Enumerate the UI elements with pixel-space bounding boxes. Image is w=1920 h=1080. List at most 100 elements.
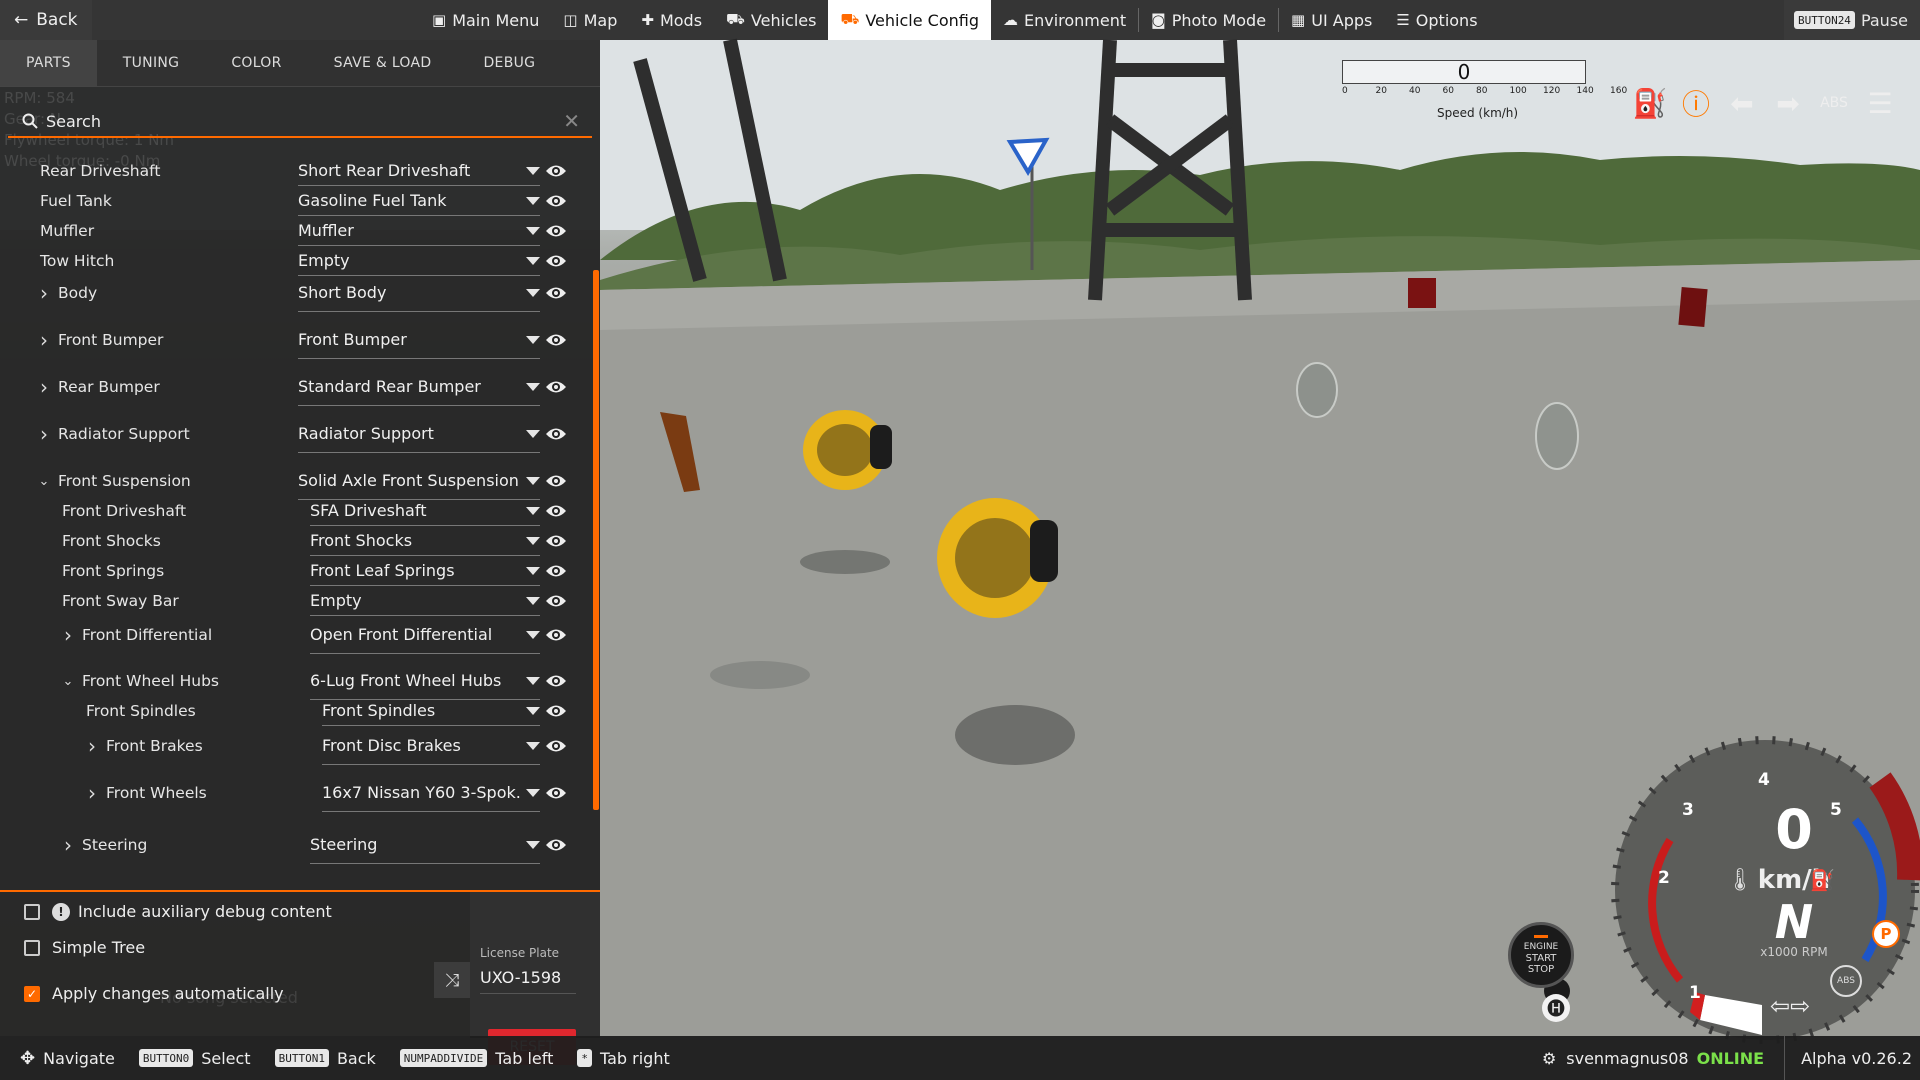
part-row[interactable]: › Radiator Support Radiator Support xyxy=(0,415,590,453)
eye-icon[interactable] xyxy=(544,189,568,213)
engine-start-stop-button[interactable]: ENGINE START STOP xyxy=(1508,922,1574,988)
nav-mods[interactable]: ✚ Mods xyxy=(629,0,714,40)
search-input[interactable]: Search ✕ xyxy=(8,106,592,138)
eye-icon[interactable] xyxy=(544,623,568,647)
nav-vehicles[interactable]: ⛟ Vehicles xyxy=(714,0,828,40)
aux-debug-checkbox[interactable]: ! Include auxiliary debug content xyxy=(24,902,332,921)
nav-main-menu[interactable]: ▣ Main Menu xyxy=(420,0,551,40)
part-row[interactable]: Front Sway Bar Empty xyxy=(0,586,590,616)
part-select[interactable]: Front Disc Brakes xyxy=(322,727,540,765)
eye-icon[interactable] xyxy=(544,699,568,723)
part-select[interactable]: 16x7 Nissan Y60 3-Spok... xyxy=(322,774,540,812)
license-plate-input[interactable]: UXO-1598 xyxy=(480,968,576,994)
eye-icon[interactable] xyxy=(544,734,568,758)
part-select[interactable]: Empty xyxy=(310,586,540,616)
chevron-down-icon[interactable]: ⌄ xyxy=(62,674,74,689)
chevron-right-icon[interactable]: › xyxy=(38,328,50,352)
chevron-right-icon[interactable]: › xyxy=(38,281,50,305)
part-select[interactable]: SFA Driveshaft xyxy=(310,496,540,526)
part-row[interactable]: Rear Driveshaft Short Rear Driveshaft xyxy=(0,156,590,186)
eye-icon[interactable] xyxy=(544,422,568,446)
part-row[interactable]: › Front Brakes Front Disc Brakes xyxy=(0,727,590,765)
randomize-plate-button[interactable]: ⤨ xyxy=(434,962,470,998)
simple-tree-checkbox[interactable]: Simple Tree xyxy=(24,938,145,957)
chevron-right-icon[interactable]: › xyxy=(62,623,74,647)
part-select[interactable]: Steering xyxy=(310,826,540,864)
tab-save-load[interactable]: SAVE & LOAD xyxy=(308,40,458,87)
handbrake-icon[interactable]: 🅗 xyxy=(1542,994,1570,1022)
eye-icon[interactable] xyxy=(544,281,568,305)
part-row[interactable]: Fuel Tank Gasoline Fuel Tank xyxy=(0,186,590,216)
nav-map[interactable]: ◫ Map xyxy=(551,0,629,40)
part-row[interactable]: Front Spindles Front Spindles xyxy=(0,696,590,726)
nav-environment[interactable]: ☁ Environment xyxy=(991,0,1138,40)
eye-icon[interactable] xyxy=(544,375,568,399)
part-row[interactable]: › Front Wheels 16x7 Nissan Y60 3-Spok... xyxy=(0,774,590,812)
part-row[interactable]: ⌄ Front Suspension Solid Axle Front Suspen… xyxy=(0,462,590,500)
eye-icon[interactable] xyxy=(544,219,568,243)
tab-tuning[interactable]: TUNING xyxy=(97,40,206,87)
eye-icon[interactable] xyxy=(544,328,568,352)
eye-icon[interactable] xyxy=(544,469,568,493)
part-slot[interactable]: › Front Wheels xyxy=(86,781,207,805)
tab-debug[interactable]: DEBUG xyxy=(457,40,561,87)
chevron-right-icon[interactable]: › xyxy=(38,422,50,446)
part-row[interactable]: Front Driveshaft SFA Driveshaft xyxy=(0,496,590,526)
part-slot[interactable]: › Steering xyxy=(62,833,147,857)
eye-icon[interactable] xyxy=(544,589,568,613)
part-slot[interactable]: › Body xyxy=(38,281,97,305)
eye-icon[interactable] xyxy=(544,559,568,583)
eye-icon[interactable] xyxy=(544,159,568,183)
part-select[interactable]: Gasoline Fuel Tank xyxy=(298,186,540,216)
part-row[interactable]: Front Shocks Front Shocks xyxy=(0,526,590,556)
chevron-down-icon[interactable]: ⌄ xyxy=(38,474,50,489)
chevron-right-icon[interactable]: › xyxy=(62,833,74,857)
part-select[interactable]: Front Shocks xyxy=(310,526,540,556)
parts-scrollbar[interactable] xyxy=(593,270,599,810)
part-row[interactable]: › Front Bumper Front Bumper xyxy=(0,321,590,359)
part-slot[interactable]: › Rear Bumper xyxy=(38,375,160,399)
apply-auto-checkbox[interactable]: ✓ Apply changes automatically xyxy=(24,984,284,1003)
part-select[interactable]: Front Spindles xyxy=(322,696,540,726)
nav-options[interactable]: ☰ Options xyxy=(1384,0,1489,40)
eye-icon[interactable] xyxy=(544,529,568,553)
clear-search-icon[interactable]: ✕ xyxy=(563,109,580,133)
part-row[interactable]: › Rear Bumper Standard Rear Bumper xyxy=(0,368,590,406)
tab-parts[interactable]: PARTS xyxy=(0,39,97,87)
part-slot[interactable]: › Radiator Support xyxy=(38,422,190,446)
chevron-right-icon[interactable]: › xyxy=(86,734,98,758)
part-select[interactable]: 6-Lug Front Wheel Hubs xyxy=(310,662,540,700)
part-select[interactable]: Open Front Differential xyxy=(310,616,540,654)
nav-photo-mode[interactable]: ◙ Photo Mode xyxy=(1139,0,1278,40)
back-button[interactable]: ← Back xyxy=(0,0,92,40)
eye-icon[interactable] xyxy=(544,833,568,857)
part-select[interactable]: Solid Axle Front Suspension xyxy=(298,462,540,500)
part-select[interactable]: Muffler xyxy=(298,216,540,246)
pause-button[interactable]: BUTTON24 Pause xyxy=(1783,0,1920,40)
part-select[interactable]: Standard Rear Bumper xyxy=(298,368,540,406)
part-slot[interactable]: › Front Differential xyxy=(62,623,212,647)
part-row[interactable]: Tow Hitch Empty xyxy=(0,246,590,276)
eye-icon[interactable] xyxy=(544,499,568,523)
eye-icon[interactable] xyxy=(544,781,568,805)
part-slot[interactable]: › Front Bumper xyxy=(38,328,163,352)
tab-color[interactable]: COLOR xyxy=(205,40,307,87)
part-select[interactable]: Short Body xyxy=(298,274,540,312)
part-select[interactable]: Empty xyxy=(298,246,540,276)
part-select[interactable]: Radiator Support xyxy=(298,415,540,453)
part-row[interactable]: › Front Differential Open Front Differenti… xyxy=(0,616,590,654)
part-row[interactable]: Muffler Muffler xyxy=(0,216,590,246)
part-row[interactable]: › Body Short Body xyxy=(0,274,590,312)
part-slot[interactable]: › Front Brakes xyxy=(86,734,203,758)
part-row[interactable]: Front Springs Front Leaf Springs xyxy=(0,556,590,586)
part-slot[interactable]: ⌄ Front Suspension xyxy=(38,472,191,490)
nav-vehicle-config[interactable]: ⛟ Vehicle Config xyxy=(828,0,991,40)
chevron-right-icon[interactable]: › xyxy=(38,375,50,399)
eye-icon[interactable] xyxy=(544,669,568,693)
part-row[interactable]: › Steering Steering xyxy=(0,826,590,864)
part-slot[interactable]: ⌄ Front Wheel Hubs xyxy=(62,672,219,690)
part-row[interactable]: ⌄ Front Wheel Hubs 6-Lug Front Wheel Hubs xyxy=(0,662,590,700)
eye-icon[interactable] xyxy=(544,249,568,273)
nav-ui-apps[interactable]: ▦ UI Apps xyxy=(1279,0,1384,40)
chevron-right-icon[interactable]: › xyxy=(86,781,98,805)
